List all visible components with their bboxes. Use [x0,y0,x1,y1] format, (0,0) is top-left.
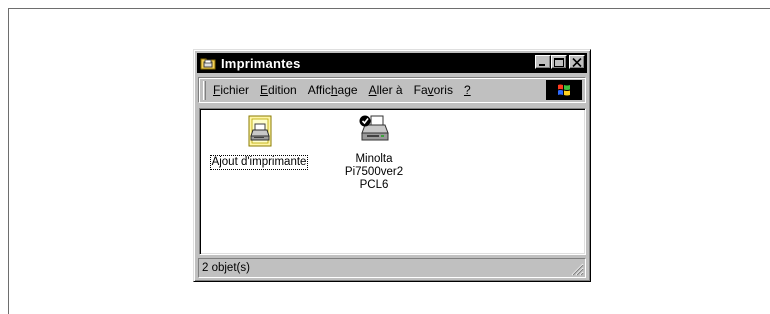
file-view[interactable]: Ajout d'imprimante Minolta Pi7500ver2 PC… [199,108,586,255]
status-bar: 2 objet(s) [198,258,586,278]
menu-item-favoris[interactable]: Favoris [414,83,453,97]
menu-item-edition[interactable]: Edition [260,83,297,97]
printers-folder-icon[interactable] [200,55,216,71]
item-label: Minolta Pi7500ver2 PCL6 [344,153,404,191]
status-text: 2 objet(s) [198,258,586,278]
window-controls [535,55,585,69]
item-label: Ajout d'imprimante [209,155,309,170]
close-icon [572,58,582,67]
add-printer-icon [248,115,272,147]
menu-item-help[interactable]: ? [464,83,471,97]
resize-grip-icon[interactable] [571,263,584,276]
printers-window[interactable]: Imprimantes Fichier Edition Affichage Al… [193,49,591,282]
minimize-button[interactable] [535,55,551,69]
maximize-icon [554,58,564,67]
title-bar[interactable]: Imprimantes [197,53,587,73]
printer-item-minolta[interactable]: Minolta Pi7500ver2 PCL6 [328,113,420,192]
windows-logo-icon [546,80,582,100]
menu-items: Fichier Edition Affichage Aller à Favori… [213,83,482,97]
close-button[interactable] [569,55,585,69]
menu-item-affichage[interactable]: Affichage [308,83,358,97]
add-printer-item[interactable]: Ajout d'imprimante [203,115,315,170]
menu-item-fichier[interactable]: Fichier [213,83,249,97]
menu-item-label: ichier [220,83,250,97]
minimize-icon [539,64,545,66]
menu-item-label: Fa [413,83,428,97]
window-title: Imprimantes [221,55,301,71]
maximize-button[interactable] [551,55,567,69]
menu-bar: Fichier Edition Affichage Aller à Favori… [198,77,586,103]
menu-item-label: Affic [307,83,331,97]
menu-item-label: dition [268,83,297,97]
menu-grip[interactable] [203,81,206,100]
menu-item-label: oris [433,83,453,97]
menu-item-aller[interactable]: Aller à [369,83,403,97]
menu-item-label: ller à [376,83,403,97]
default-printer-icon [359,115,389,141]
menu-item-label: age [337,83,358,97]
